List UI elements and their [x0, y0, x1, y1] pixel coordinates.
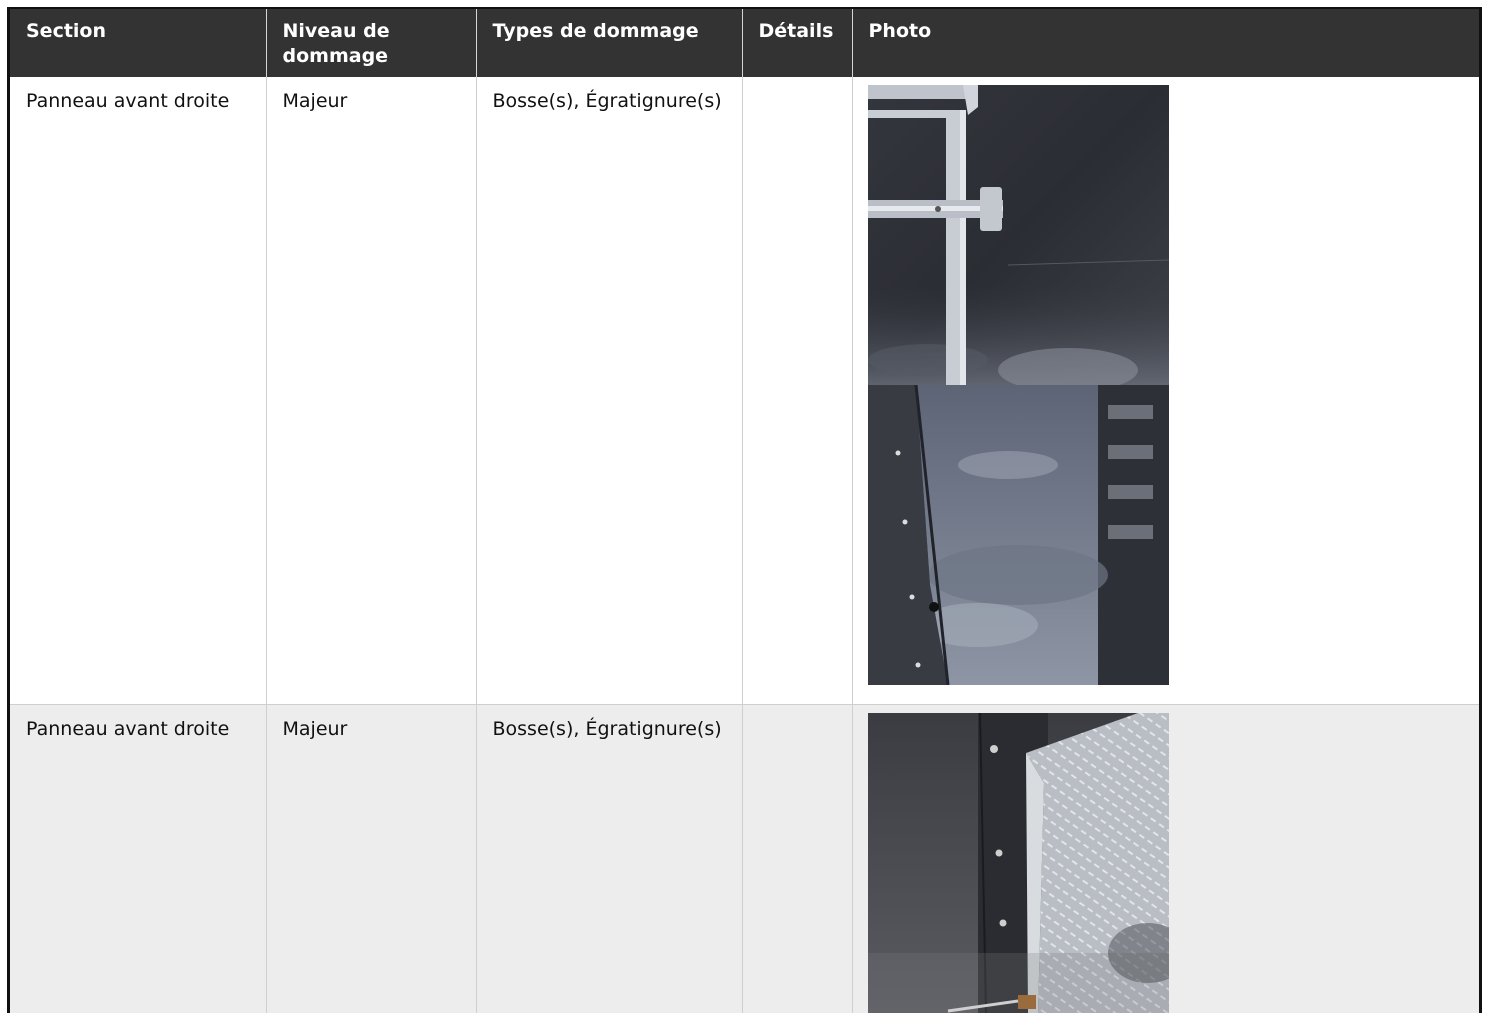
- header-damage-level: Niveau de dommage: [266, 9, 477, 77]
- trailer-fender-diamond-plate-photo[interactable]: [867, 713, 1169, 1013]
- header-details: Détails: [742, 9, 853, 77]
- details-cell: [742, 77, 853, 705]
- damage-types-cell: Bosse(s), Égratignure(s): [476, 77, 743, 705]
- table-row: Panneau avant droite Majeur Bosse(s), Ég…: [10, 704, 1479, 1013]
- details-cell: [742, 704, 853, 1013]
- damage-level-cell: Majeur: [266, 704, 477, 1013]
- header-photo: Photo: [852, 9, 1479, 77]
- trailer-side-panel-reflection-photo[interactable]: [867, 385, 1169, 685]
- damage-table: Section Niveau de dommage Types de domma…: [10, 9, 1479, 1013]
- section-cell: Panneau avant droite: [10, 704, 267, 1013]
- header-row: Section Niveau de dommage Types de domma…: [10, 9, 1479, 77]
- header-section: Section: [10, 9, 267, 77]
- table-row: Panneau avant droite Majeur Bosse(s), Ég…: [10, 77, 1479, 705]
- photo-cell: [852, 77, 1479, 705]
- header-damage-types: Types de dommage: [476, 9, 743, 77]
- trailer-side-door-photo[interactable]: [867, 85, 1169, 385]
- damage-table-header: Section Niveau de dommage Types de domma…: [10, 9, 1479, 77]
- damage-report-frame: Section Niveau de dommage Types de domma…: [7, 7, 1482, 1013]
- damage-types-cell: Bosse(s), Égratignure(s): [476, 704, 743, 1013]
- photo-cell: [852, 704, 1479, 1013]
- damage-level-cell: Majeur: [266, 77, 477, 705]
- section-cell: Panneau avant droite: [10, 77, 267, 705]
- damage-table-body: Panneau avant droite Majeur Bosse(s), Ég…: [10, 77, 1479, 1013]
